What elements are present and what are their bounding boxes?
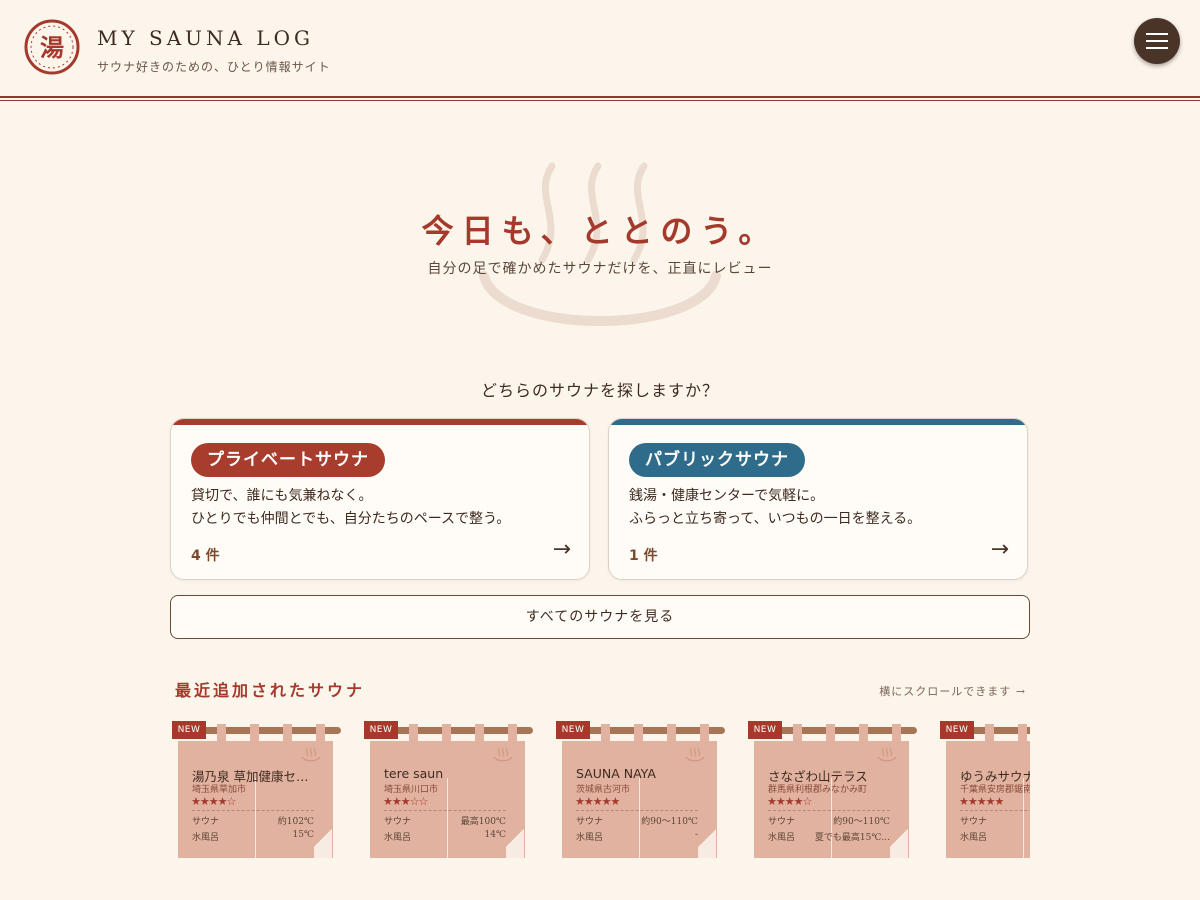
noren-split [447,778,448,858]
noren-fold [890,818,908,858]
arrow-right-icon: → [990,537,1009,562]
private-sauna-card[interactable]: プライベートサウナ 貸切で、誰にも気兼ねなく。 ひとりでも仲間とでも、自分たちの… [170,418,590,580]
arrow-right-icon: → [552,537,571,562]
water-temp-value: 夏でも最高15℃... [814,833,890,843]
water-temp-value: 15℃ [292,830,314,840]
star-rating: ★★★☆☆ [383,795,428,808]
star-rating: ★★★★★ [959,795,1004,808]
card-accent-bar [171,419,589,425]
noren-fold [506,818,524,858]
new-badge: NEW [364,721,398,739]
hamburger-icon [1146,33,1168,35]
header-divider [0,96,1200,98]
card-divider [768,810,890,811]
site-tagline: サウナ好きのための、ひとり情報サイト [97,60,331,74]
new-badge: NEW [556,721,590,739]
category-desc-line: ひとりでも仲間とでも、自分たちのペースで整う。 [191,511,511,527]
star-rating: ★★★★☆ [767,795,812,808]
sauna-location: 茨城県古河市 [576,785,631,795]
card-divider [960,810,1030,811]
site-title[interactable]: MY SAUNA LOG [97,26,314,50]
new-badge: NEW [748,721,782,739]
sauna-temp-value: 約90～110℃ [833,817,890,827]
card-accent-bar [609,419,1027,425]
category-count: 4 件 [191,548,220,564]
noren-fold [314,818,332,858]
hamburger-icon [1146,40,1168,42]
card-divider [384,810,506,811]
sauna-temp-value: 最高100℃ [460,817,506,827]
category-question: どちらのサウナを探しますか？ [480,381,719,400]
water-temp-label: 水風呂 [960,833,988,843]
category-desc-line: ふらっと立ち寄って、いつもの一日を整える。 [629,511,922,527]
water-temp-label: 水風呂 [192,833,220,843]
sauna-temp-value: 約90～110℃ [641,817,698,827]
menu-button[interactable] [1134,18,1180,64]
category-description: 銭湯・健康センターで気軽に。 ふらっと立ち寄って、いつもの一日を整える。 [629,485,921,531]
sauna-location: 埼玉県川口市 [384,785,439,795]
site-header: 湯 MY SAUNA LOG サウナ好きのための、ひとり情報サイト [0,0,1200,96]
sauna-temp-label: サウナ [576,817,604,827]
sauna-location: 群馬県利根郡みなかみ町 [768,785,868,795]
noren-split [255,778,256,858]
star-rating: ★★★★★ [575,795,620,808]
category-description: 貸切で、誰にも気兼ねなく。 ひとりでも仲間とでも、自分たちのペースで整う。 [191,485,510,531]
sauna-card[interactable]: NEW さなざわ山テラス 群馬県利根郡みなかみ町 ★★★★☆ サウナ 約90～110℃ 水風… [746,718,918,864]
sauna-temp-label: サウナ [960,817,988,827]
star-rating: ★★★★☆ [191,795,236,808]
recent-section-title: 最近追加されたサウナ [175,681,366,700]
sauna-card[interactable]: NEW tere saun 埼玉県川口市 ★★★☆☆ サウナ 最高100℃ 水風呂 14℃ [362,718,534,864]
new-badge: NEW [172,721,206,739]
card-divider [576,810,698,811]
hamburger-icon [1146,47,1168,49]
sauna-card[interactable]: NEW湯乃泉 草加健康センター埼玉県草加市★★★★☆サウナ約102℃水風呂15℃ [170,718,342,864]
steam-icon [301,747,321,762]
category-count: 1 件 [629,548,658,564]
scroll-hint: 横にスクロールできます → [879,685,1026,698]
new-badge: NEW [940,721,974,739]
category-desc-line: 貸切で、誰にも気兼ねなく。 [191,488,373,504]
sauna-temp-label: サウナ [384,817,412,827]
category-label: パブリックサウナ [629,443,805,477]
sauna-name: tere saun [384,766,444,781]
steam-icon [685,747,705,762]
header-divider [0,100,1200,101]
hero-title: 今日も、ととのう。 [421,212,779,250]
sauna-location: 埼玉県草加市 [192,785,247,795]
hero-subtitle: 自分の足で確かめたサウナだけを、正直にレビュー [427,261,773,277]
noren-split [639,778,640,858]
card-divider [192,810,314,811]
category-label: プライベートサウナ [191,443,385,477]
sauna-temp-label: サウナ [192,817,220,827]
view-all-saunas-button[interactable]: すべてのサウナを見る [170,595,1030,639]
category-desc-line: 銭湯・健康センターで気軽に。 [629,488,825,504]
sauna-temp-value: 約102℃ [277,817,314,827]
sauna-name: SAUNA NAYA [576,766,656,781]
sauna-card[interactable]: NEWゆうみサウナ千葉県安房郡鋸南町★★★★★サウナ水風呂 [938,718,1030,864]
water-temp-label: 水風呂 [576,833,604,843]
sauna-location: 千葉県安房郡鋸南町 [960,785,1030,795]
sauna-temp-label: サウナ [768,817,796,827]
steam-icon [493,747,513,762]
noren-fold [698,818,716,858]
steam-icon [877,747,897,762]
logo-glyph: 湯 [40,33,64,62]
water-temp-label: 水風呂 [384,833,412,843]
recent-saunas-carousel[interactable]: NEW湯乃泉 草加健康センター埼玉県草加市★★★★☆サウナ約102℃水風呂15℃… [170,718,1030,868]
water-temp-value: - [694,830,698,840]
water-temp-value: 14℃ [484,830,506,840]
public-sauna-card[interactable]: パブリックサウナ 銭湯・健康センターで気軽に。 ふらっと立ち寄って、いつもの一日… [608,418,1028,580]
sauna-card[interactable]: NEW SAUNA NAYA 茨城県古河市 ★★★★★ サウナ 約90～110℃ 水風呂 - [554,718,726,864]
site-logo[interactable]: 湯 [24,19,80,75]
water-temp-label: 水風呂 [768,833,796,843]
